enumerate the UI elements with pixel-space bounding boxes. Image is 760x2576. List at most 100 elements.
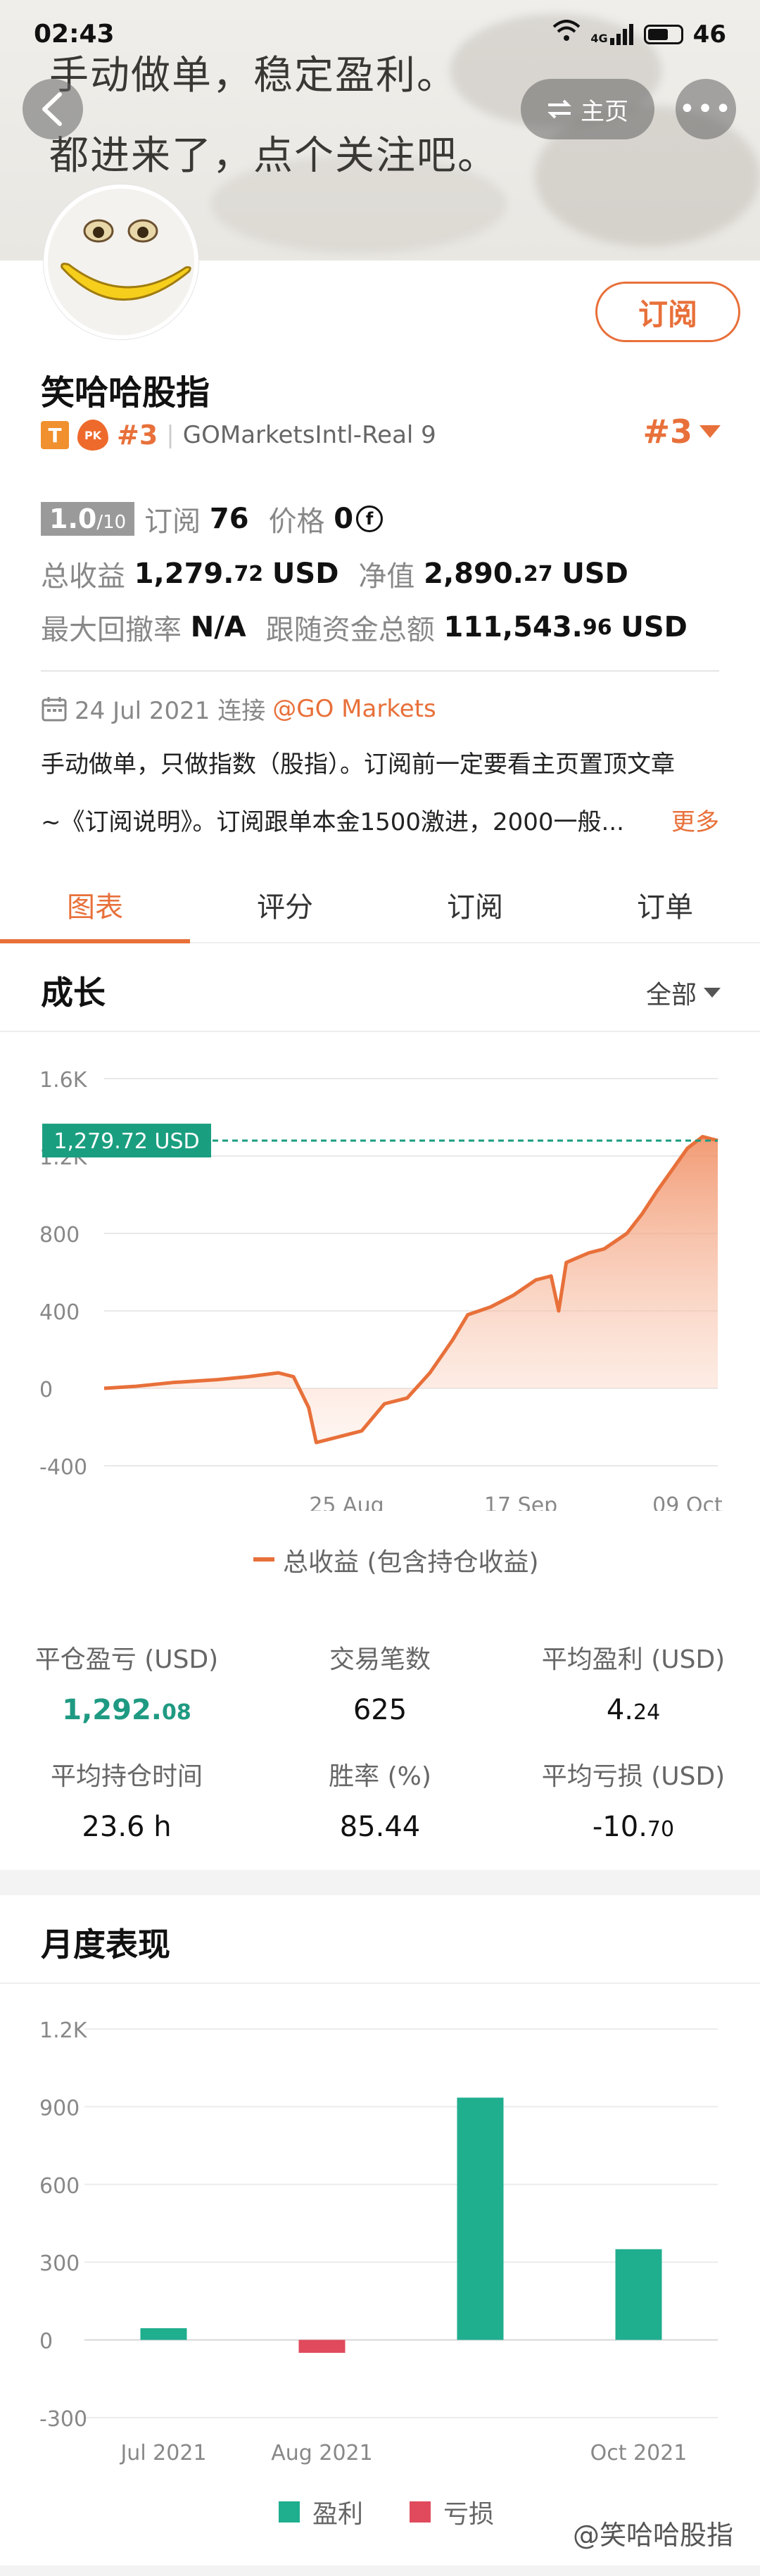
- metric-value: 4.24: [606, 1694, 661, 1726]
- metric-label: 交易笔数: [329, 1645, 431, 1674]
- tab-bar: 图表 评分 订阅 订单: [0, 867, 760, 943]
- drawdown-label: 最大回撤率: [41, 614, 182, 646]
- broker-link[interactable]: @GO Markets: [272, 695, 436, 723]
- description-line2: ~《订阅说明》。订阅跟单本金1500激进，2000一般... 更多: [41, 803, 719, 837]
- follow-funds-int: 111,543.: [443, 611, 583, 643]
- metric-value: 1,292.08: [62, 1694, 191, 1726]
- monthly-legend: 盈利 亏损: [279, 2494, 494, 2530]
- y-tick-label: 900: [39, 2096, 80, 2121]
- more-button[interactable]: •••: [676, 79, 736, 139]
- stats-row-3: 最大回撤率 N/A 跟随资金总额 111,543. 96 USD: [41, 607, 688, 648]
- subscribe-button[interactable]: 订阅: [595, 282, 740, 342]
- connect-row: 24 Jul 2021 连接 @GO Markets: [41, 691, 436, 726]
- legend-loss-swatch: [410, 2501, 431, 2522]
- growth-chart[interactable]: 1.6K1.2K8004000-40025 Aug 17 Sep 09 Oct1,2…: [0, 1032, 760, 1511]
- range-value: 全部: [645, 981, 697, 1010]
- monthly-chart[interactable]: 1.2K 900 600 300 0 -300 Jul 2021 Aug 2021 Oct 20…: [0, 1984, 760, 2477]
- more-link[interactable]: 更多: [671, 803, 719, 837]
- metric-value: -10.70: [592, 1811, 675, 1843]
- more-icon: •••: [678, 93, 733, 125]
- total-profit-int: 1,279.: [134, 558, 234, 590]
- net-unit: USD: [562, 558, 628, 590]
- x-tick-label: 09 Oct: [652, 1493, 723, 1511]
- coin-icon: f: [356, 505, 384, 532]
- rank-value: #3: [642, 413, 692, 451]
- tab-orders[interactable]: 订单: [570, 867, 760, 942]
- follow-funds-dec: 96: [582, 615, 612, 640]
- score-max: /10: [96, 512, 127, 533]
- monthly-title: 月度表现: [41, 1925, 170, 1964]
- price-value: 0: [334, 503, 354, 535]
- net-dec: 27: [523, 561, 553, 586]
- growth-area: [104, 1136, 718, 1443]
- metric-value: 625: [353, 1694, 407, 1726]
- y-tick-label: 0: [39, 2330, 53, 2354]
- wifi-icon: [552, 20, 581, 49]
- drawdown-value: N/A: [190, 611, 246, 643]
- y-tick-label: 600: [39, 2174, 80, 2199]
- banner-text-line2: 都进来了，点个关注吧。: [49, 133, 498, 179]
- metric-avg-hold-time: 平均持仓时间 23.6 h: [0, 1756, 253, 1843]
- signal-icon: 4G: [590, 23, 633, 45]
- range-select[interactable]: 全部: [646, 974, 721, 1011]
- account-name: GOMarketsIntl-Real 9: [182, 421, 436, 449]
- total-profit-dec: 72: [234, 561, 264, 586]
- metric-value: 23.6 h: [82, 1811, 172, 1843]
- rank-dropdown[interactable]: #3: [642, 413, 721, 451]
- metric-label: 平均盈利 (USD): [541, 1645, 726, 1674]
- home-button[interactable]: 主页: [521, 79, 654, 139]
- follow-funds-label: 跟随资金总额: [265, 614, 435, 646]
- profit-bar: [140, 2328, 187, 2340]
- tab-rating[interactable]: 评分: [190, 867, 380, 942]
- y-tick-label: 400: [39, 1300, 80, 1325]
- legend-loss-label: 亏损: [443, 2500, 495, 2529]
- calendar-icon: [42, 696, 67, 721]
- current-value-label: 1,279.72 USD: [53, 1129, 199, 1154]
- watermark-text: @笑哈哈股指: [572, 2520, 733, 2551]
- metric-label: 平均持仓时间: [50, 1762, 203, 1791]
- switch-icon: [547, 99, 571, 119]
- x-tick-label: Oct 2021: [590, 2441, 688, 2465]
- status-bar: 02:43 4G 46: [0, 0, 760, 70]
- total-profit-unit: USD: [272, 558, 339, 590]
- legend-profit-label: 盈利: [312, 2500, 364, 2529]
- chevron-left-icon: [42, 92, 62, 126]
- tab-subscribe[interactable]: 订阅: [380, 867, 570, 942]
- net-label: 净值: [358, 560, 415, 593]
- growth-title: 成长: [41, 974, 106, 1012]
- description-line1: 手动做单，只做指数（股指）。订阅前一定要看主页置顶文章: [41, 750, 675, 779]
- profit-bar: [457, 2097, 504, 2340]
- home-label: 主页: [581, 97, 628, 126]
- metric-closed-pnl: 平仓盈亏 (USD) 1,292.08: [0, 1639, 253, 1726]
- tab-chart[interactable]: 图表: [0, 867, 190, 943]
- x-tick-label: Aug 2021: [271, 2441, 372, 2465]
- profit-bar: [615, 2249, 662, 2340]
- x-tick-label: 17 Sep: [484, 1493, 557, 1511]
- follow-funds-unit: USD: [621, 611, 688, 643]
- metric-label: 平均亏损 (USD): [541, 1762, 726, 1791]
- price-label: 价格: [268, 505, 325, 538]
- growth-legend-label: 总收益 (包含持仓收益): [283, 1548, 539, 1577]
- trader-tags: T PK #3 | GOMarketsIntl-Real 9: [41, 420, 436, 451]
- avatar[interactable]: [44, 184, 198, 339]
- monthly-header: 月度表现: [0, 1895, 760, 1984]
- loss-bar: [298, 2339, 346, 2353]
- tag-t-badge: T: [41, 421, 69, 449]
- caret-down-icon: [699, 425, 721, 438]
- metric-avg-profit: 平均盈利 (USD) 4.24: [507, 1639, 760, 1726]
- metric-avg-loss: 平均亏损 (USD) -10.70: [507, 1756, 760, 1843]
- metric-value: 85.44: [339, 1811, 421, 1843]
- status-time: 02:43: [34, 20, 115, 49]
- pk-flame-icon: PK: [77, 420, 108, 451]
- separator: |: [166, 421, 175, 449]
- rank-small: #3: [117, 420, 158, 451]
- subscribe-count-label: 订阅: [144, 505, 201, 538]
- stats-row-1: 1.0/10 订阅 76 价格 0f: [41, 498, 384, 539]
- description-text: ~《订阅说明》。订阅跟单本金1500激进，2000一般...: [41, 808, 624, 836]
- back-button[interactable]: [23, 79, 83, 139]
- metric-label: 平仓盈亏 (USD): [34, 1645, 219, 1674]
- y-tick-label: 800: [39, 1223, 80, 1248]
- status-icons: 4G 46: [552, 20, 726, 49]
- battery-level: 46: [692, 20, 726, 49]
- y-tick-label: 0: [39, 1378, 53, 1402]
